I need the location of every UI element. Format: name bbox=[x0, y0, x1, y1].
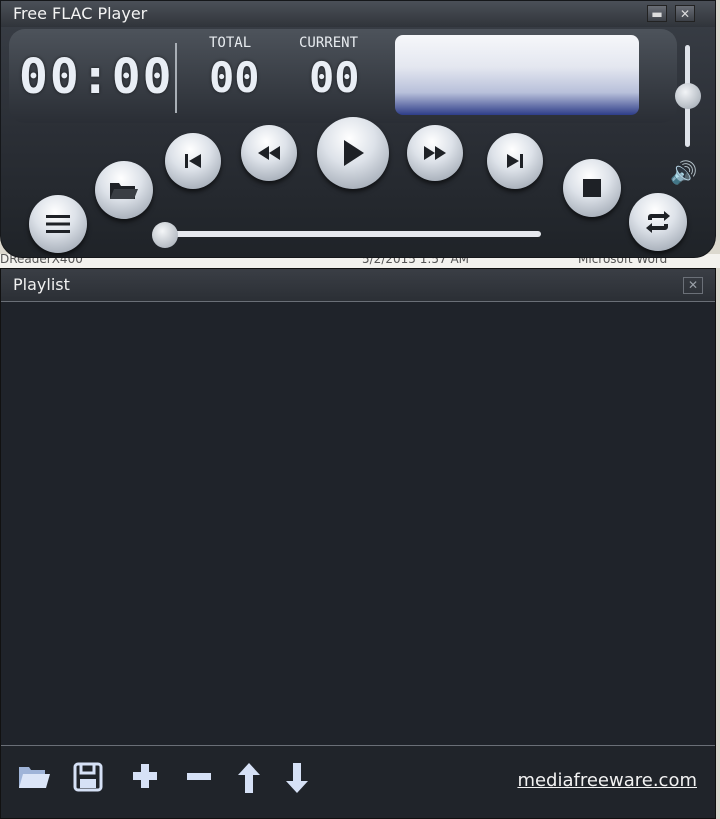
mediafreeware-link[interactable]: mediafreeware.com bbox=[517, 770, 697, 791]
folder-open-icon bbox=[110, 183, 138, 199]
close-button[interactable]: ✕ bbox=[675, 5, 695, 22]
playlist-open-button[interactable] bbox=[17, 762, 51, 796]
playlist-titlebar[interactable]: Playlist ✕ bbox=[1, 269, 715, 302]
minus-icon bbox=[187, 773, 211, 780]
playlist-title: Playlist bbox=[13, 275, 70, 294]
player-titlebar[interactable]: Free FLAC Player ▬ ✕ bbox=[1, 1, 715, 27]
playlist-track-list[interactable] bbox=[1, 302, 715, 744]
rewind-icon bbox=[258, 146, 280, 160]
lcd-display: 00:00 TOTAL 00 CURRENT 00 bbox=[9, 29, 677, 123]
current-label: CURRENT bbox=[299, 35, 359, 51]
menu-icon bbox=[46, 215, 70, 233]
fast-forward-button[interactable] bbox=[407, 125, 463, 181]
arrow-down-icon bbox=[286, 763, 308, 793]
visualization-panel bbox=[395, 35, 639, 115]
player-title: Free FLAC Player bbox=[13, 4, 148, 23]
playlist-move-down-button[interactable] bbox=[285, 762, 309, 800]
repeat-icon bbox=[646, 211, 670, 233]
playlist-close-button[interactable]: ✕ bbox=[683, 277, 703, 294]
playlist-add-button[interactable] bbox=[131, 762, 159, 796]
menu-button[interactable] bbox=[29, 195, 87, 253]
total-label: TOTAL bbox=[209, 35, 252, 51]
playlist-save-button[interactable] bbox=[73, 762, 103, 798]
total-value: 00 bbox=[209, 53, 260, 102]
open-file-button[interactable] bbox=[95, 161, 153, 219]
play-button[interactable] bbox=[317, 117, 389, 189]
playlist-window: Playlist ✕ mediafreeware.com bbox=[0, 268, 716, 819]
previous-track-button[interactable] bbox=[165, 133, 221, 189]
plus-icon bbox=[133, 764, 157, 788]
rewind-button[interactable] bbox=[241, 125, 297, 181]
save-icon bbox=[73, 762, 103, 792]
volume-slider-handle[interactable] bbox=[675, 83, 701, 109]
folder-icon bbox=[19, 767, 50, 788]
playlist-move-up-button[interactable] bbox=[237, 762, 261, 800]
next-track-button[interactable] bbox=[487, 133, 543, 189]
stop-icon bbox=[583, 179, 601, 197]
repeat-button[interactable] bbox=[629, 193, 687, 251]
speaker-icon: 🔊 bbox=[670, 161, 698, 186]
fast-forward-icon bbox=[424, 146, 446, 160]
elapsed-time: 00:00 bbox=[19, 49, 174, 105]
minimize-button[interactable]: ▬ bbox=[647, 5, 667, 22]
playlist-remove-button[interactable] bbox=[185, 762, 213, 796]
arrow-up-icon bbox=[238, 763, 260, 793]
skip-previous-icon bbox=[185, 154, 201, 168]
skip-next-icon bbox=[507, 154, 523, 168]
play-icon bbox=[344, 140, 364, 166]
stop-button[interactable] bbox=[563, 159, 621, 217]
seek-bar-track[interactable] bbox=[165, 231, 541, 237]
seek-bar-handle[interactable] bbox=[152, 222, 178, 248]
display-divider bbox=[175, 43, 177, 113]
playlist-toolbar: mediafreeware.com bbox=[1, 745, 715, 818]
current-value: 00 bbox=[309, 53, 360, 102]
player-window: Free FLAC Player ▬ ✕ 00:00 TOTAL 00 CURR… bbox=[0, 0, 716, 258]
